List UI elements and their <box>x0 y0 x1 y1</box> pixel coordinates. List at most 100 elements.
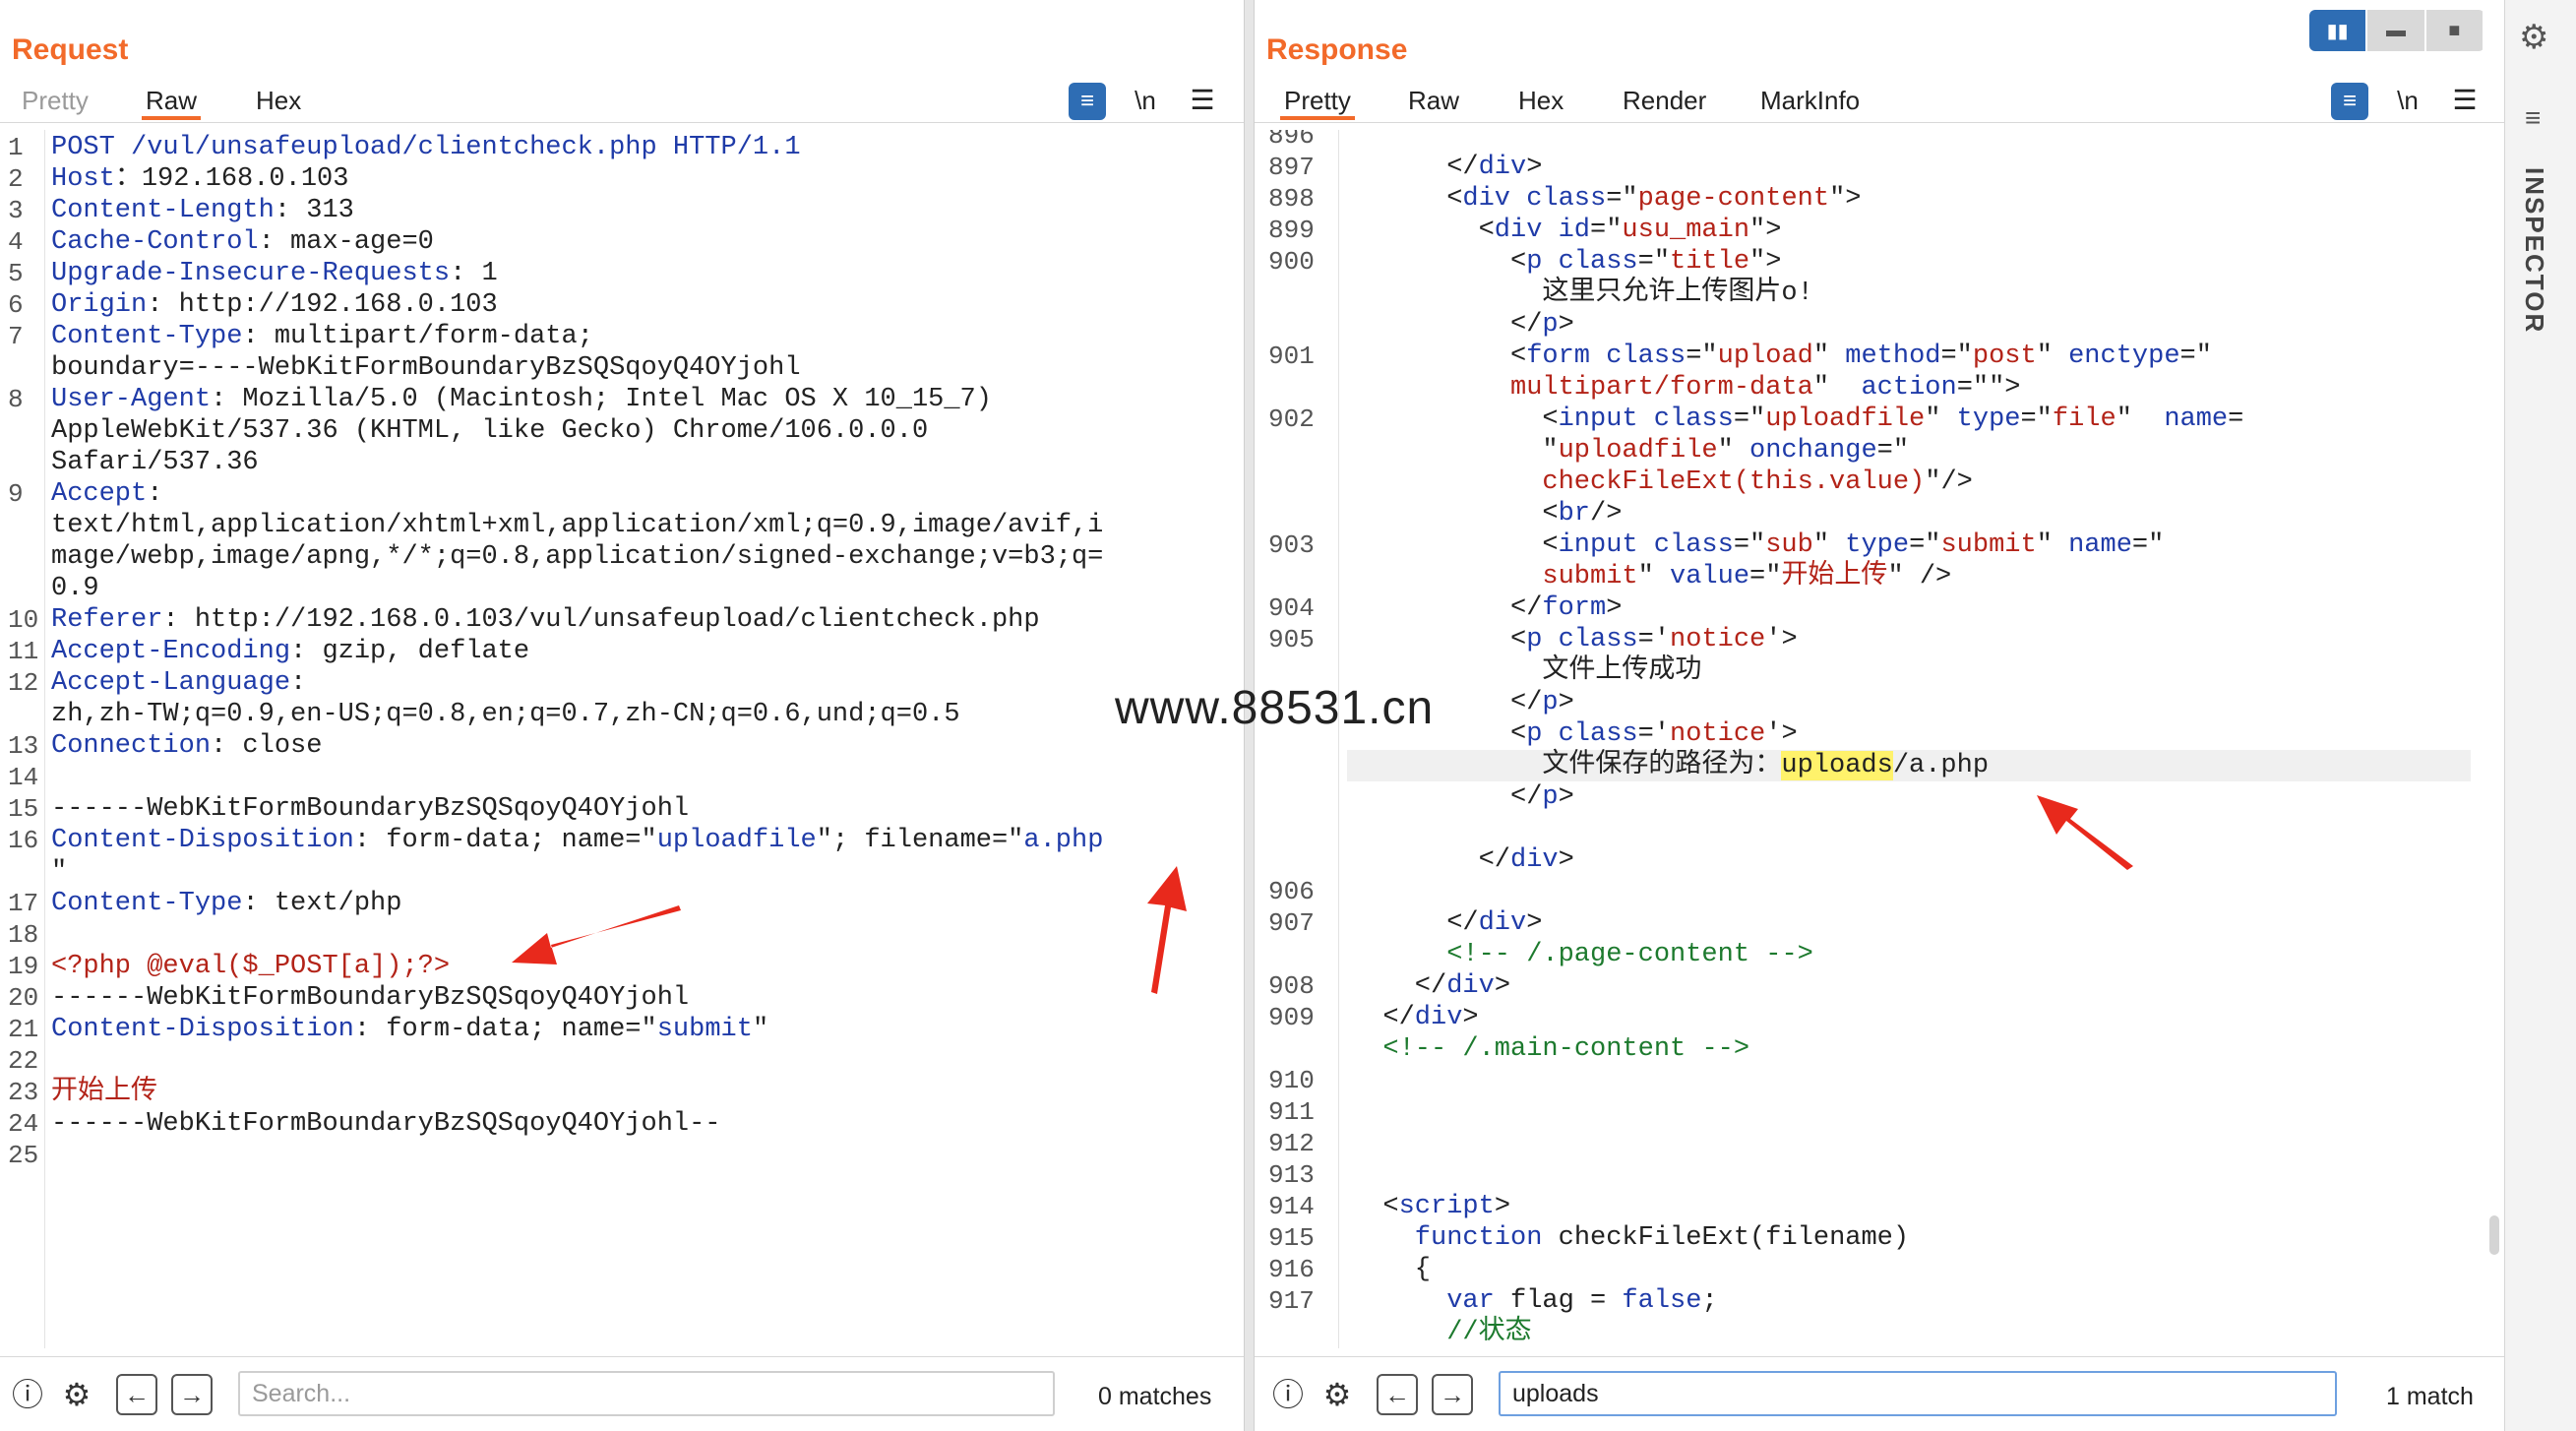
tab-markinfo[interactable]: MarkInfo <box>1756 81 1864 120</box>
line-number: 8 <box>8 385 24 414</box>
code-token: //状态 <box>1446 1318 1532 1347</box>
code-token: " <box>1717 436 1750 466</box>
code-token: < <box>1446 184 1463 214</box>
line-text: <script> <box>1382 1191 1510 1222</box>
code-line: 904 </form> <box>1255 592 2504 624</box>
code-token: : <box>290 668 307 698</box>
request-search-input[interactable]: Search... <box>238 1371 1055 1416</box>
gear-icon[interactable]: ⚙ <box>2519 18 2548 57</box>
code-line: 912 <box>1255 1128 2504 1159</box>
code-token: < <box>1510 247 1527 277</box>
line-number: 15 <box>8 794 39 824</box>
code-token: =" <box>2131 530 2165 560</box>
code-token: ; <box>1701 1286 1718 1316</box>
code-line: 20 ------WebKitFormBoundaryBzSQSqoyQ4OYjo… <box>0 982 1244 1014</box>
line-text: 0.9 <box>51 573 99 604</box>
layout-side-by-side-button[interactable]: ▮▮ <box>2309 10 2366 51</box>
line-text: 文件上传成功 <box>1542 655 1701 687</box>
code-token: > <box>1462 1003 1479 1032</box>
code-line: text/html,application/xhtml+xml,applicat… <box>0 510 1244 541</box>
tab-raw[interactable]: Raw <box>142 81 202 120</box>
layout-tabs-button[interactable]: ■ <box>2425 10 2483 51</box>
code-line: 8 User-Agent: Mozilla/5.0 (Macintosh; Int… <box>0 384 1244 415</box>
line-text: </p> <box>1510 781 1574 813</box>
code-token: "; filename=" <box>816 826 1024 855</box>
line-text: //状态 <box>1446 1317 1531 1348</box>
help-icon[interactable]: ⓘ <box>6 1373 49 1416</box>
line-number: 10 <box>8 605 39 635</box>
help-icon[interactable]: ⓘ <box>1266 1373 1310 1416</box>
code-line: 18 <box>0 919 1244 951</box>
newline-icon[interactable]: \n <box>1126 81 1165 120</box>
prev-match-button[interactable]: ← <box>1377 1374 1418 1415</box>
tab-hex[interactable]: Hex <box>252 81 305 120</box>
code-line: 899 <div id="usu_main"> <box>1255 215 2504 246</box>
request-editor[interactable]: 1 POST /vul/unsafeupload/clientcheck.php … <box>0 130 1244 1348</box>
layout-stacked-button[interactable]: ▬ <box>2367 10 2424 51</box>
code-token: "> <box>1829 184 1862 214</box>
line-text: 这里只允许上传图片o! <box>1542 278 1812 309</box>
response-scrollbar[interactable] <box>2489 1215 2499 1255</box>
response-search-input[interactable]: uploads <box>1499 1371 2337 1416</box>
request-search-bar: ⓘ ⚙ ← → Search... 0 matches <box>0 1356 1244 1431</box>
line-number: 904 <box>1268 593 1315 623</box>
code-token: id <box>1542 216 1591 245</box>
code-line: 3 Content-Length: 313 <box>0 195 1244 226</box>
tab-raw[interactable]: Raw <box>1404 81 1463 120</box>
code-token: =" <box>1876 436 1910 466</box>
code-line: 907 </div> <box>1255 907 2504 939</box>
line-number: 13 <box>8 731 39 761</box>
code-line: 908 </div> <box>1255 970 2504 1002</box>
next-match-button[interactable]: → <box>1432 1374 1473 1415</box>
request-title: Request <box>12 33 129 66</box>
line-number: 2 <box>8 164 24 194</box>
line-number: 12 <box>8 668 39 698</box>
code-token: script <box>1398 1192 1495 1221</box>
code-token: </ <box>1510 688 1543 717</box>
code-token: class <box>1637 404 1734 434</box>
code-line: 916 { <box>1255 1254 2504 1285</box>
line-text: <br/> <box>1542 498 1622 529</box>
code-token: 开始上传 <box>51 1078 157 1107</box>
inspector-tab[interactable]: INSPECTOR <box>2519 167 2549 334</box>
code-line: <br/> <box>1255 498 2504 529</box>
next-match-button[interactable]: → <box>171 1374 213 1415</box>
code-line: 文件上传成功 <box>1255 655 2504 687</box>
tab-render[interactable]: Render <box>1619 81 1710 120</box>
code-line: "uploadfile" onchange=" <box>1255 435 2504 467</box>
line-number: 912 <box>1268 1129 1315 1158</box>
code-token: ： <box>114 164 142 194</box>
code-line: 4 Cache-Control: max-age=0 <box>0 226 1244 258</box>
tab-pretty[interactable]: Pretty <box>1280 81 1355 120</box>
newline-icon[interactable]: \n <box>2388 81 2427 120</box>
line-text: ------WebKitFormBoundaryBzSQSqoyQ4OYjohl… <box>51 1108 721 1140</box>
code-line: 906 <box>1255 876 2504 907</box>
code-token: : max-age=0 <box>258 227 434 257</box>
list-icon[interactable]: ≡ <box>2525 102 2541 134</box>
line-number: 4 <box>8 227 24 257</box>
code-line: 905 <p class='notice'> <box>1255 624 2504 655</box>
tab-divider <box>1255 122 2504 123</box>
menu-icon[interactable]: ☰ <box>1183 81 1222 120</box>
line-text: Cache-Control: max-age=0 <box>51 226 434 258</box>
prev-match-button[interactable]: ← <box>116 1374 157 1415</box>
wrap-lines-icon[interactable]: ≡ <box>1069 83 1106 120</box>
code-line: 15 ------WebKitFormBoundaryBzSQSqoyQ4OYjo… <box>0 793 1244 825</box>
code-token: Referer <box>51 605 163 635</box>
code-token: value <box>1670 562 1750 591</box>
code-token: div <box>1510 845 1559 875</box>
code-line: <!-- /.page-content --> <box>1255 939 2504 970</box>
response-pane: Response Pretty Raw Hex Render MarkInfo … <box>1255 0 2504 1431</box>
tab-hex[interactable]: Hex <box>1514 81 1567 120</box>
settings-icon[interactable]: ⚙ <box>55 1373 98 1416</box>
line-text: Safari/537.36 <box>51 447 259 478</box>
line-number: 917 <box>1268 1286 1315 1316</box>
settings-icon[interactable]: ⚙ <box>1316 1373 1359 1416</box>
response-editor[interactable]: 896 897 </div> 898 <div class="page-content"… <box>1255 130 2504 1348</box>
line-number: 18 <box>8 920 39 950</box>
menu-icon[interactable]: ☰ <box>2445 81 2484 120</box>
code-token: div <box>1478 908 1527 938</box>
code-token: : multipart/form-data; <box>242 322 593 351</box>
tab-pretty[interactable]: Pretty <box>18 81 92 120</box>
wrap-lines-icon[interactable]: ≡ <box>2331 83 2368 120</box>
